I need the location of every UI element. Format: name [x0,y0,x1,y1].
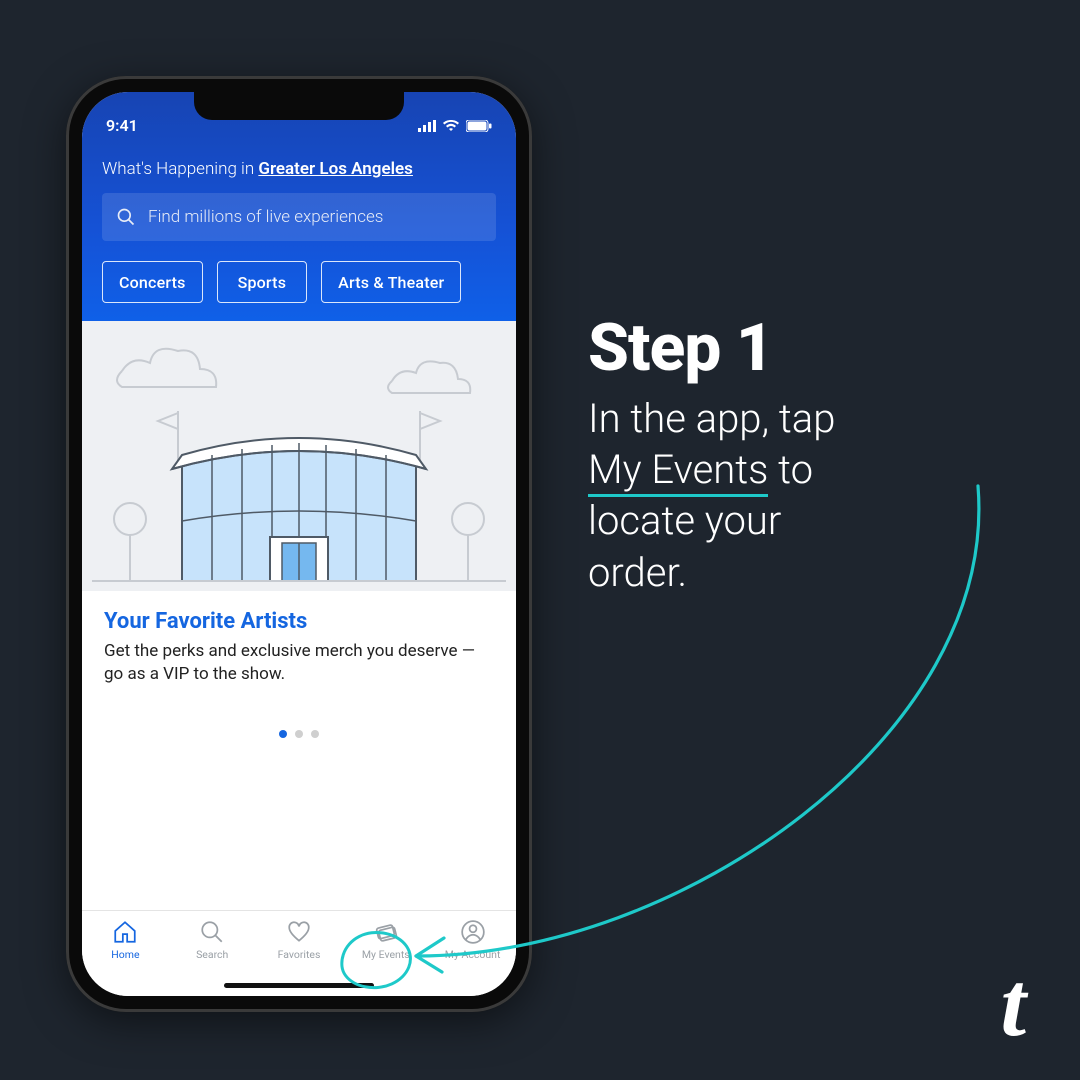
tab-label: My Account [445,948,501,961]
app-header: 9:41 What's Happening in Greater Los Ang… [82,92,516,321]
tab-label: My Events [362,948,410,961]
search-placeholder: Find millions of live experiences [148,207,383,227]
status-time: 9:41 [106,116,138,135]
tab-label: Home [111,948,139,961]
instruction-panel: Step 1 In the app, tap My Events to loca… [588,310,1028,598]
tab-label: Favorites [278,948,321,961]
search-input[interactable]: Find millions of live experiences [102,193,496,241]
status-icons [418,120,492,132]
home-icon [112,919,138,945]
category-arts-theater[interactable]: Arts & Theater [321,261,461,303]
tab-my-account[interactable]: My Account [429,919,516,996]
account-icon [460,919,486,945]
step-title: Step 1 [588,310,1028,387]
tab-home[interactable]: Home [82,919,169,996]
heart-icon [286,919,312,945]
pager-dot-1[interactable] [279,730,287,738]
app-screen: 9:41 What's Happening in Greater Los Ang… [82,92,516,996]
pager-dot-3[interactable] [311,730,319,738]
card-body: Get the perks and exclusive merch you de… [104,640,494,686]
instruction-line1-suffix: to [768,446,813,493]
card-area: Your Favorite Artists Get the perks and … [82,321,516,910]
instruction-line3: order. [588,549,687,596]
brand-logo: t [1000,958,1026,1050]
search-icon [116,207,136,227]
instruction-text: In the app, tap My Events to locate your… [588,393,1028,598]
instruction-line1: In the app, tap [588,395,835,442]
phone-frame: 9:41 What's Happening in Greater Los Ang… [66,76,532,1012]
location-name: Greater Los Angeles [258,159,413,179]
phone-notch [194,90,404,120]
instruction-emphasis: My Events [588,446,768,497]
instruction-line2: locate your [588,497,781,544]
category-row: Concerts Sports Arts & Theater [82,261,516,303]
tab-label: Search [196,948,228,961]
pager-dots [82,730,516,738]
card-text: Your Favorite Artists Get the perks and … [82,591,516,686]
battery-icon [466,120,492,132]
location-prefix: What's Happening in [102,159,258,179]
home-indicator [224,983,374,988]
wifi-icon [442,120,460,132]
tab-bar: Home Search Favorites My Events My Accou… [82,910,516,996]
category-sports[interactable]: Sports [217,261,308,303]
pager-dot-2[interactable] [295,730,303,738]
location-line[interactable]: What's Happening in Greater Los Angeles [82,159,516,193]
card-title: Your Favorite Artists [104,609,494,634]
cell-signal-icon [418,120,436,132]
venue-illustration [82,321,516,591]
tickets-icon [373,919,399,945]
search-icon [199,919,225,945]
category-concerts[interactable]: Concerts [102,261,203,303]
